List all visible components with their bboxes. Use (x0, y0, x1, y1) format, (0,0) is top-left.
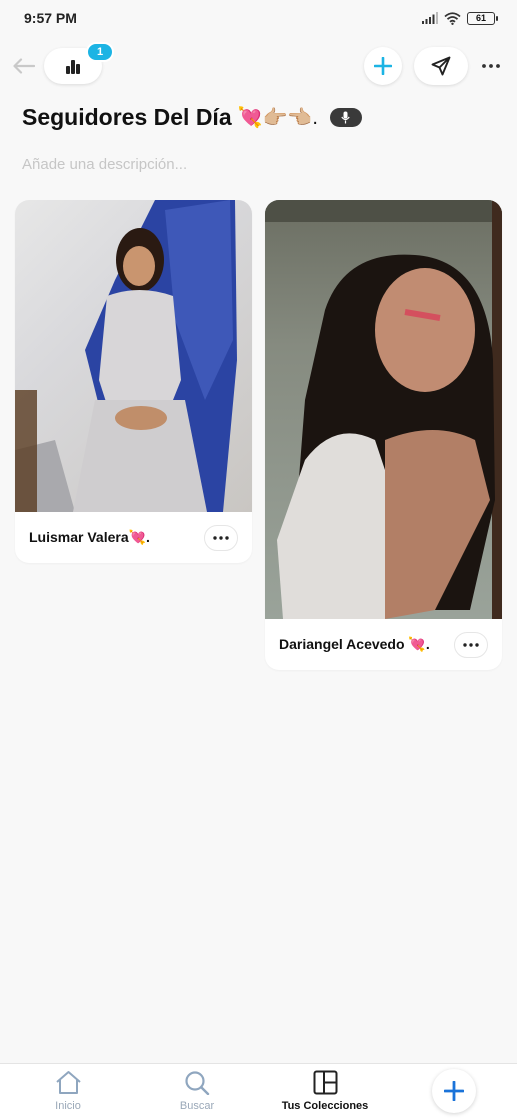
add-button[interactable] (364, 47, 402, 85)
collections-grid-icon (313, 1070, 337, 1095)
bottom-navigation: Inicio Buscar Tus Colecciones (0, 1063, 517, 1120)
photo-person-portrait (265, 200, 502, 619)
card-photo[interactable] (15, 200, 252, 512)
nav-home[interactable]: Inicio (48, 1070, 88, 1112)
share-button[interactable] (414, 47, 468, 85)
top-bar: 1 (0, 42, 517, 88)
nav-search-label: Buscar (179, 1100, 215, 1112)
notification-badge: 1 (86, 42, 114, 62)
nav-search[interactable]: Buscar (176, 1070, 218, 1112)
send-icon (431, 56, 451, 76)
status-icons: 61 (422, 11, 498, 25)
more-horizontal-icon (213, 535, 229, 540)
description-field[interactable]: Añade una descripción... (22, 156, 187, 173)
card-more-button[interactable] (454, 631, 488, 658)
create-button[interactable] (432, 1069, 476, 1113)
battery-icon: 61 (467, 11, 498, 25)
nav-home-label: Inicio (55, 1100, 81, 1112)
plus-icon (444, 1081, 464, 1101)
more-horizontal-icon (482, 64, 500, 68)
microphone-icon (341, 111, 351, 124)
signal-icon (422, 12, 438, 24)
collection-title[interactable]: Seguidores Del Día (22, 104, 232, 131)
search-icon (185, 1071, 210, 1095)
battery-level: 61 (475, 13, 486, 23)
card-footer: Luismar Valera💘. (15, 512, 252, 563)
more-horizontal-icon (463, 642, 479, 647)
back-button[interactable] (10, 52, 38, 80)
collection-card[interactable]: Dariangel Acevedo 💘. (265, 200, 502, 670)
card-title[interactable]: Dariangel Acevedo 💘. (279, 636, 430, 653)
card-more-button[interactable] (204, 524, 238, 551)
photo-person-seated (15, 200, 237, 512)
more-options-button[interactable] (478, 54, 504, 78)
home-icon (55, 1071, 81, 1094)
status-bar: 9:57 PM 61 (0, 0, 517, 36)
card-photo[interactable] (265, 200, 502, 619)
collection-header: Seguidores Del Día 💘👉🏼👈🏼. (22, 104, 362, 131)
nav-collections[interactable]: Tus Colecciones (280, 1070, 370, 1112)
status-time: 9:57 PM (24, 10, 77, 26)
collection-card[interactable]: Luismar Valera💘. (15, 200, 252, 563)
bar-chart-icon (66, 59, 80, 74)
card-footer: Dariangel Acevedo 💘. (265, 619, 502, 670)
nav-collections-label: Tus Colecciones (281, 1100, 369, 1112)
card-title[interactable]: Luismar Valera💘. (29, 529, 150, 546)
voice-note-button[interactable] (329, 108, 362, 127)
arrow-left-icon (13, 58, 35, 74)
title-emojis: 💘👉🏼👈🏼. (237, 107, 318, 129)
wifi-icon (444, 11, 461, 25)
plus-icon (374, 57, 392, 75)
